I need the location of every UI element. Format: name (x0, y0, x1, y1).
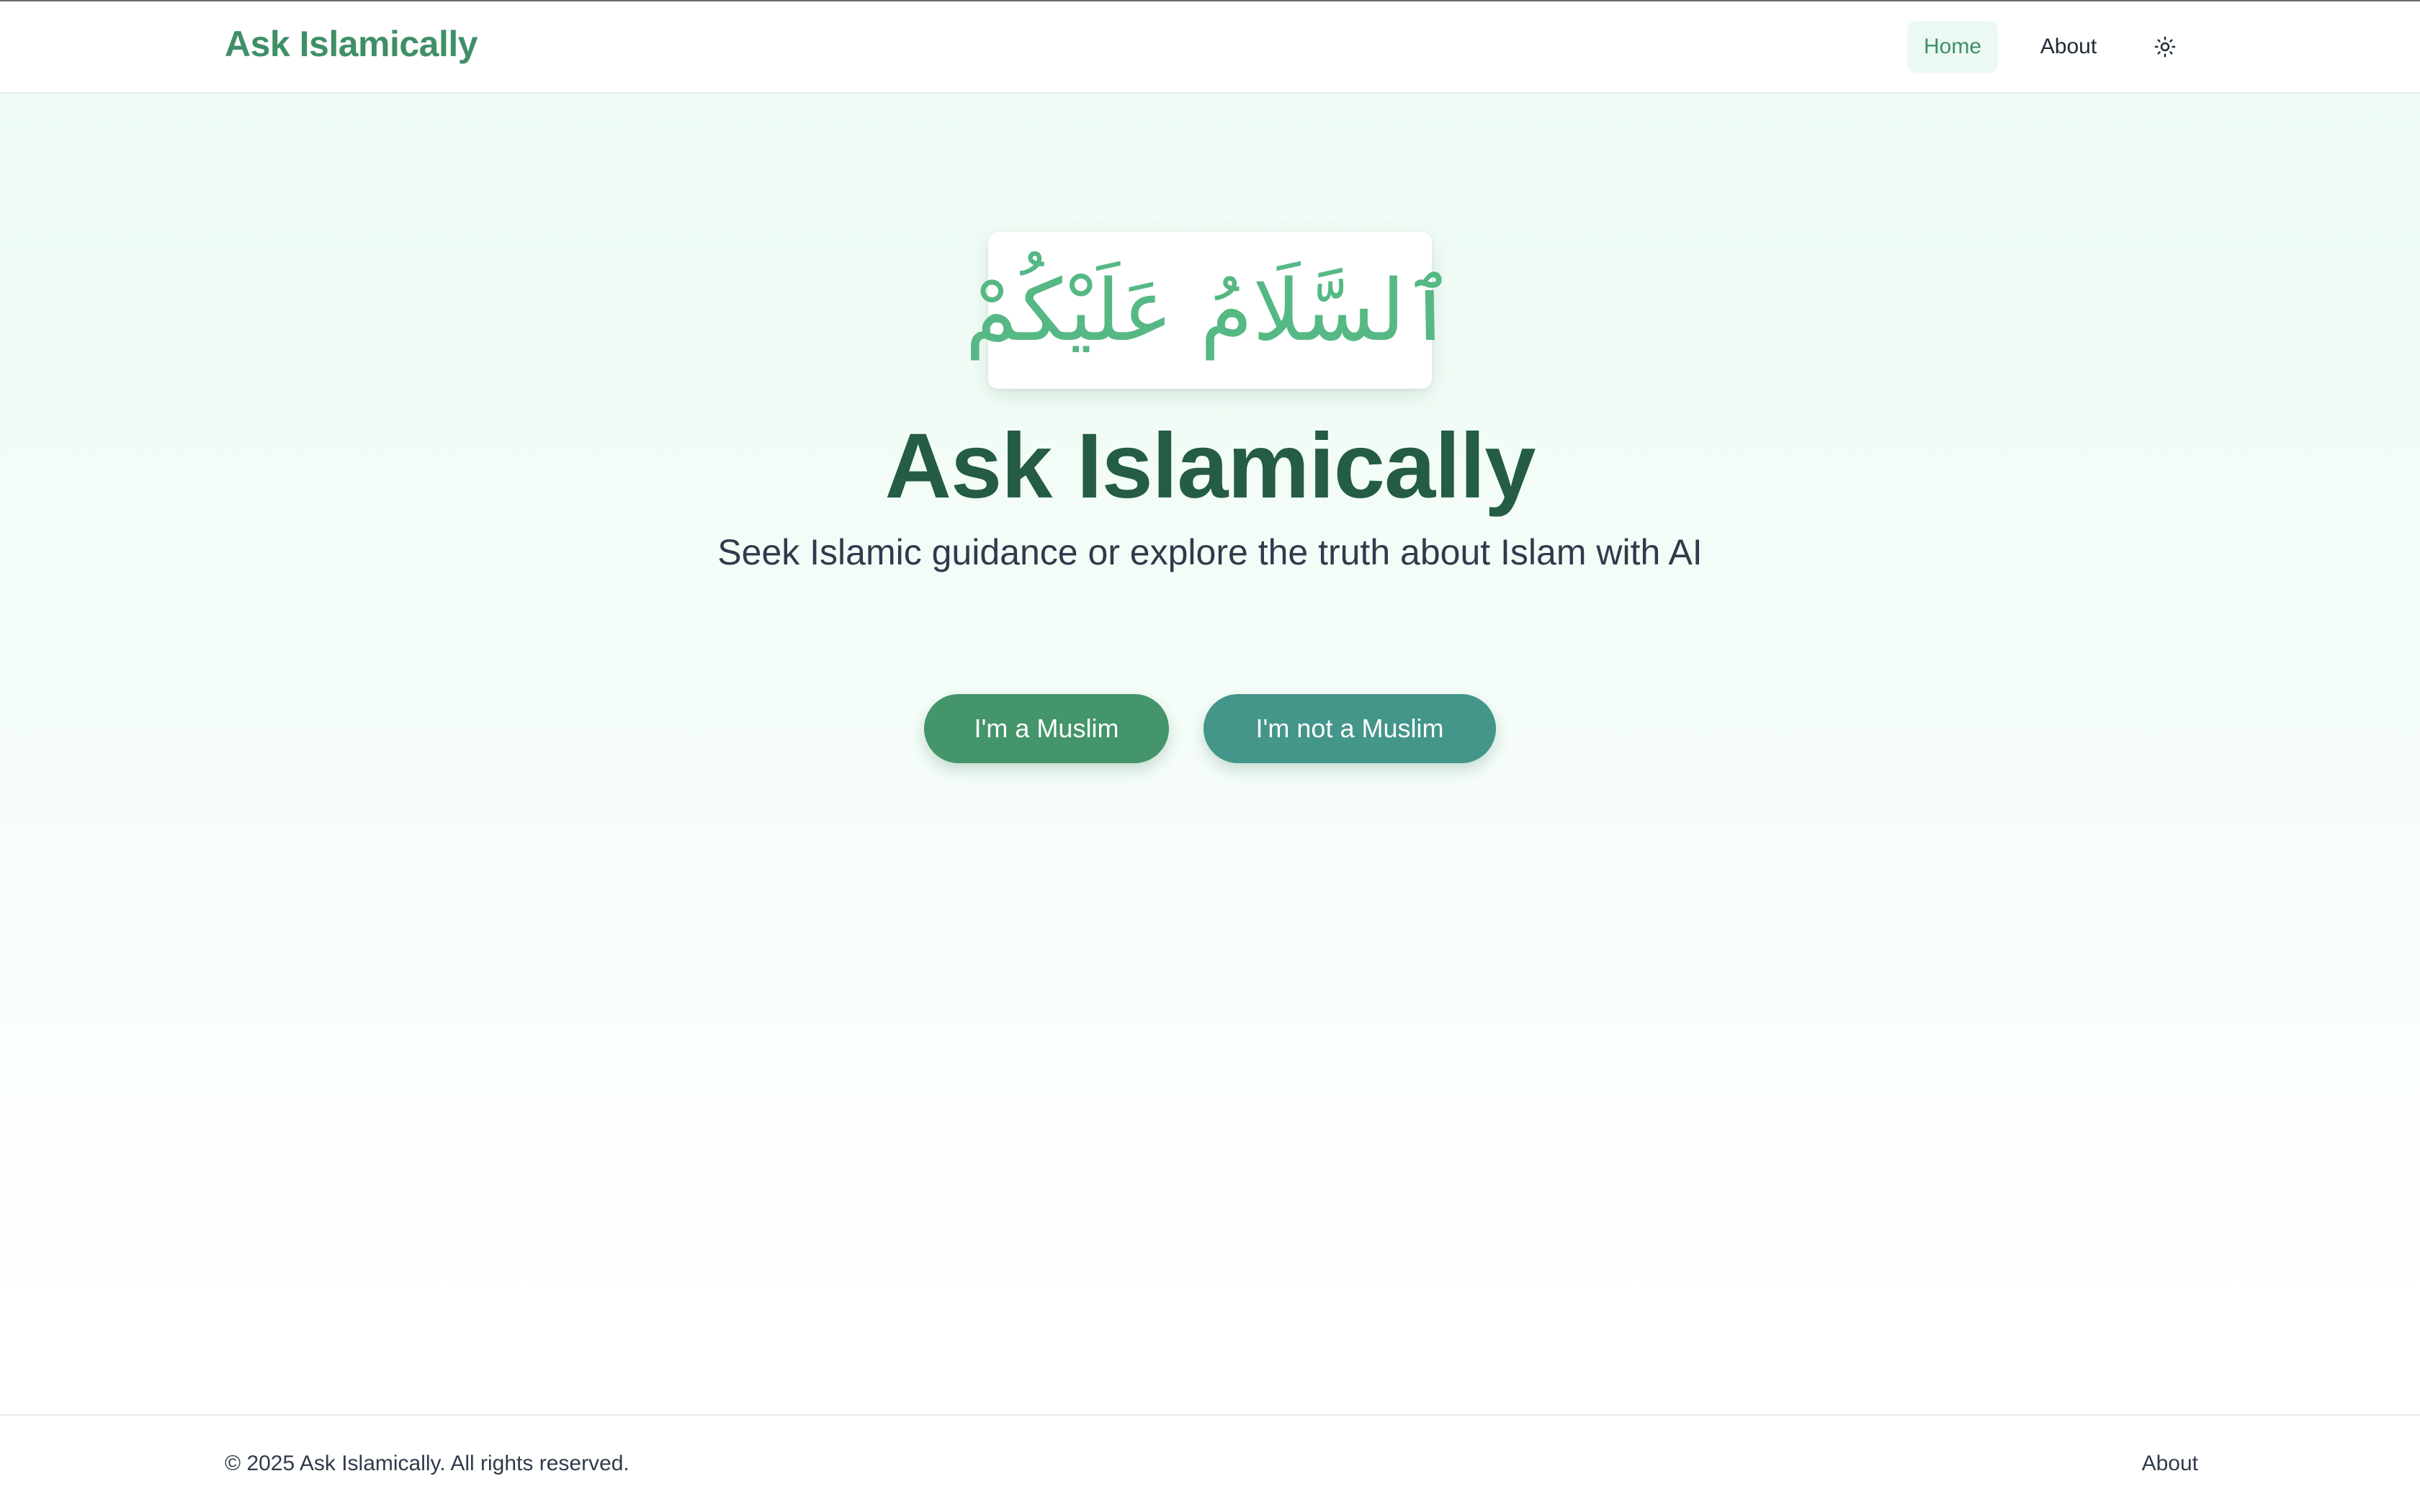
theme-toggle-button[interactable] (2145, 29, 2185, 66)
page: Ask Islamically Home About ٱلسَّلَامُ عَ… (0, 0, 2420, 1512)
brand-logo-link[interactable]: Ask Islamically (225, 23, 478, 65)
nav-home-link[interactable]: Home (1907, 21, 1998, 73)
footer-copyright: © 2025 Ask Islamically. All rights reser… (225, 1452, 629, 1475)
footer: © 2025 Ask Islamically. All rights reser… (0, 1414, 2420, 1512)
nav-about-link[interactable]: About (2025, 21, 2112, 73)
hero-title: Ask Islamically (884, 415, 1536, 518)
sun-icon (2154, 36, 2176, 60)
not-muslim-button[interactable]: I'm not a Muslim (1204, 694, 1496, 763)
hero-subtitle: Seek Islamic guidance or explore the tru… (717, 532, 1703, 572)
muslim-button[interactable]: I'm a Muslim (924, 694, 1169, 763)
footer-about-link[interactable]: About (2132, 1452, 2198, 1476)
top-navbar: Ask Islamically Home About (0, 1, 2420, 94)
arabic-greeting: ٱلسَّلَامُ عَلَيْكُمْ (964, 261, 1456, 360)
greeting-card: ٱلسَّلَامُ عَلَيْكُمْ (965, 232, 1455, 389)
